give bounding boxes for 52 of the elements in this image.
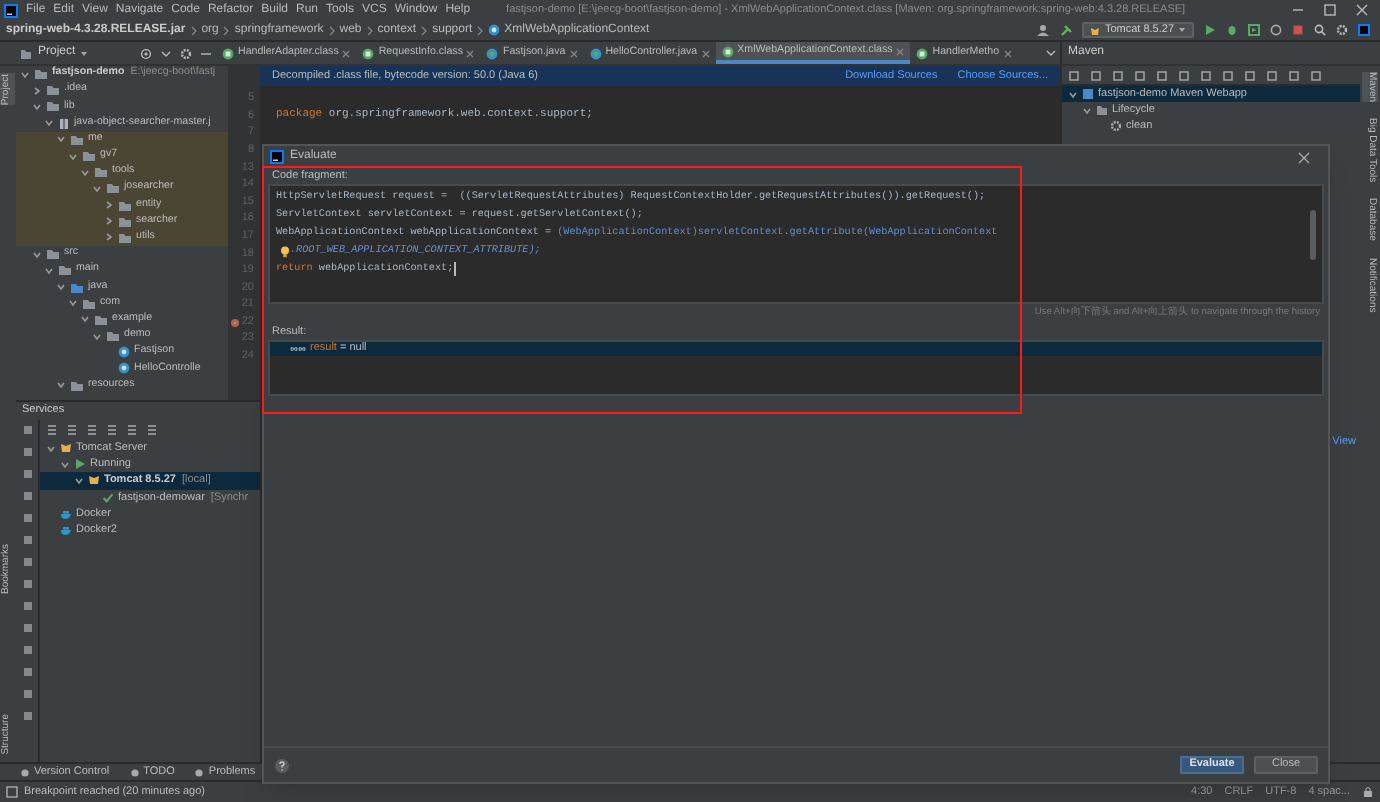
- minimize-icon[interactable]: [1292, 4, 1304, 16]
- class-file-icon: [362, 47, 375, 59]
- text-cursor: [453, 262, 455, 276]
- close-icon[interactable]: [342, 49, 351, 57]
- infinity-icon: [290, 344, 306, 354]
- jar-icon: [58, 117, 70, 130]
- java-file-icon: [486, 47, 499, 59]
- debug-icon[interactable]: [1226, 24, 1238, 36]
- coverage-icon[interactable]: [1248, 24, 1260, 36]
- tomcat-icon: [1090, 25, 1101, 35]
- checkmark-icon: [102, 491, 114, 504]
- close-icon[interactable]: [1298, 151, 1310, 163]
- caret-icon: [79, 49, 88, 57]
- app-logo-icon: [270, 150, 284, 164]
- help-icon[interactable]: [274, 757, 290, 773]
- hammer-icon[interactable]: [1060, 24, 1073, 36]
- search-icon[interactable]: [1314, 24, 1326, 36]
- close-icon[interactable]: [569, 49, 578, 57]
- profile-icon[interactable]: [1270, 24, 1282, 36]
- lock-icon[interactable]: [1362, 786, 1374, 798]
- chevron-icon: [222, 25, 231, 35]
- caret-icon[interactable]: [1046, 48, 1056, 58]
- tomcat-icon: [88, 474, 100, 487]
- whale-icon: [60, 507, 72, 520]
- lightbulb-icon[interactable]: [280, 245, 290, 257]
- close-icon[interactable]: [1356, 4, 1368, 16]
- maximize-icon[interactable]: [1324, 4, 1336, 16]
- tomcat-icon: [60, 442, 72, 455]
- java-file-icon: [589, 47, 602, 59]
- maven-project-icon: [1082, 88, 1094, 100]
- chevron-icon: [420, 25, 429, 35]
- close-icon[interactable]: [466, 49, 475, 57]
- chevron-icon: [189, 25, 198, 35]
- class-file-icon: [916, 47, 929, 59]
- class-icon: [488, 24, 501, 36]
- user-icon[interactable]: [1036, 24, 1051, 36]
- close-icon[interactable]: [701, 49, 710, 57]
- scrollbar-thumb[interactable]: [1310, 210, 1316, 260]
- class-file-icon: [721, 45, 734, 57]
- caret-icon: [1178, 26, 1186, 34]
- minimize-icon[interactable]: [200, 47, 212, 59]
- close-icon[interactable]: [1003, 49, 1012, 57]
- chevron-icon: [327, 25, 336, 35]
- chevron-icon: [476, 25, 485, 35]
- gear-icon: [1110, 120, 1122, 132]
- code-editor[interactable]: [268, 184, 1324, 304]
- whale-icon: [60, 524, 72, 537]
- class-file-icon: [222, 47, 234, 59]
- locate-icon[interactable]: [140, 47, 152, 59]
- ide-logo-icon[interactable]: [1358, 24, 1370, 36]
- chevron-icon: [365, 25, 374, 35]
- app-logo-icon: [4, 3, 18, 17]
